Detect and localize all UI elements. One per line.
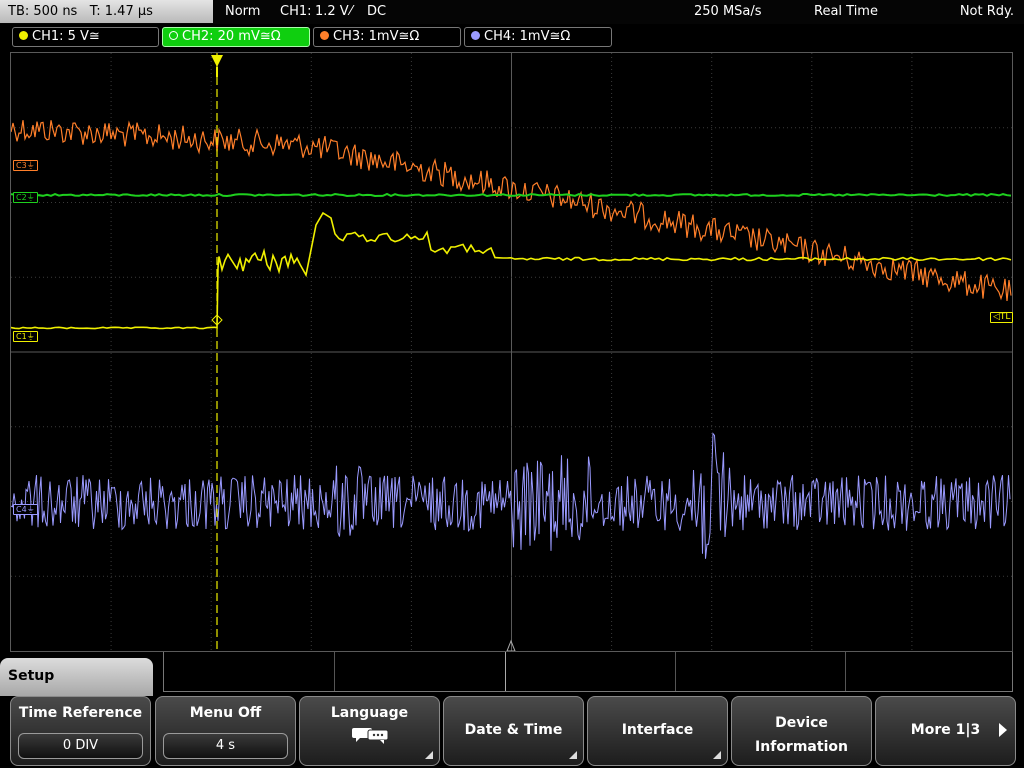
trigger-level-marker[interactable]: ◁TL [990,312,1014,323]
ch4-ground-marker[interactable]: C4⏚ [13,504,38,515]
timebase-readout[interactable]: TB: 500 ns T: 1.47 µs [0,0,213,23]
ch1-ground-marker[interactable]: C1⏚ [13,331,38,342]
softkey-label-line2: Information [755,739,848,755]
channel-tab-label: CH3: 1mV≅Ω [333,29,420,44]
ch1-marker-label: C1 [16,332,27,341]
time-reference-softkey[interactable]: Time Reference 0 DIV [10,696,151,766]
channel-tab-ch4[interactable]: CH4: 1mV≅Ω [464,27,612,47]
time-reference-value[interactable]: 0 DIV [18,733,143,759]
softkey-label: Date & Time [464,722,563,738]
menu-off-value[interactable]: 4 s [163,733,288,759]
trigger-level: 1.2 V [315,4,349,19]
channel-tab-label: CH1: 5 V≅ [32,29,100,44]
menu-title-label: Setup [8,668,55,684]
ch1-dot-icon [19,31,28,40]
trigger-source: CH1: [280,4,312,19]
strip-divider [334,652,335,691]
submenu-indicator-icon [425,751,433,759]
strip-divider [845,652,846,691]
strip-divider [675,652,676,691]
next-page-icon [999,723,1007,737]
trigger-state: Not Rdy. [959,4,1014,19]
ch3-marker-label: C3 [16,161,27,170]
softkey-label-line1: Device [775,715,828,731]
ch2-marker-label: C2 [16,193,27,202]
trigger-level-label: TL [999,312,1011,322]
channel-tab-ch2[interactable]: CH2: 20 mV≅Ω [162,27,310,47]
softkey-label: Device Information [732,711,871,759]
language-softkey[interactable]: Language [299,696,440,766]
speech-bubbles-icon [300,725,439,749]
menu-title: Setup [0,658,153,696]
sample-rate: 250 MSa/s [694,4,762,19]
ch2-dot-icon [169,31,178,40]
ch4-marker-label: C4 [16,505,27,514]
trigger-coupling: DC [367,4,387,19]
trigger-time-value: T: 1.47 µs [89,4,153,19]
graticule [11,53,1012,651]
interface-softkey[interactable]: Interface [587,696,728,766]
ch3-ground-marker[interactable]: C3⏚ [13,160,38,171]
rising-edge-icon: ⁄ [350,4,353,19]
channel-tab-ch1[interactable]: CH1: 5 V≅ [12,27,159,47]
softkey-label: Time Reference [18,705,143,721]
strip-divider [505,652,506,691]
status-bar: TB: 500 ns T: 1.47 µs Norm CH1: 1.2 V ⁄ … [0,0,1024,24]
channel-tab-label: CH4: 1mV≅Ω [484,29,571,44]
submenu-indicator-icon [569,751,577,759]
menu-off-softkey[interactable]: Menu Off 4 s [155,696,296,766]
device-information-softkey[interactable]: Device Information [731,696,872,766]
ch4-trace [11,432,1011,559]
trigger-position-icon[interactable] [211,55,223,67]
trigger-mode: Norm [225,4,261,19]
waveform-display[interactable] [10,52,1013,652]
more-softkey[interactable]: More 1|3 [875,696,1016,766]
overview-strip [163,652,1013,692]
channel-tab-ch3[interactable]: CH3: 1mV≅Ω [313,27,461,47]
softkey-label: Language [330,705,409,721]
date-time-softkey[interactable]: Date & Time [443,696,584,766]
ch2-ground-marker[interactable]: C2⏚ [13,192,38,203]
submenu-indicator-icon [713,751,721,759]
ch3-dot-icon [320,31,329,40]
acquisition-mode: Real Time [814,4,878,19]
softkey-label: Interface [621,722,694,738]
channel-tab-label: CH2: 20 mV≅Ω [182,29,281,44]
softkey-label: Menu Off [189,705,262,721]
ch4-dot-icon [471,31,480,40]
timebase-value: TB: 500 ns [8,4,78,19]
softkey-label: More 1|3 [910,722,981,738]
